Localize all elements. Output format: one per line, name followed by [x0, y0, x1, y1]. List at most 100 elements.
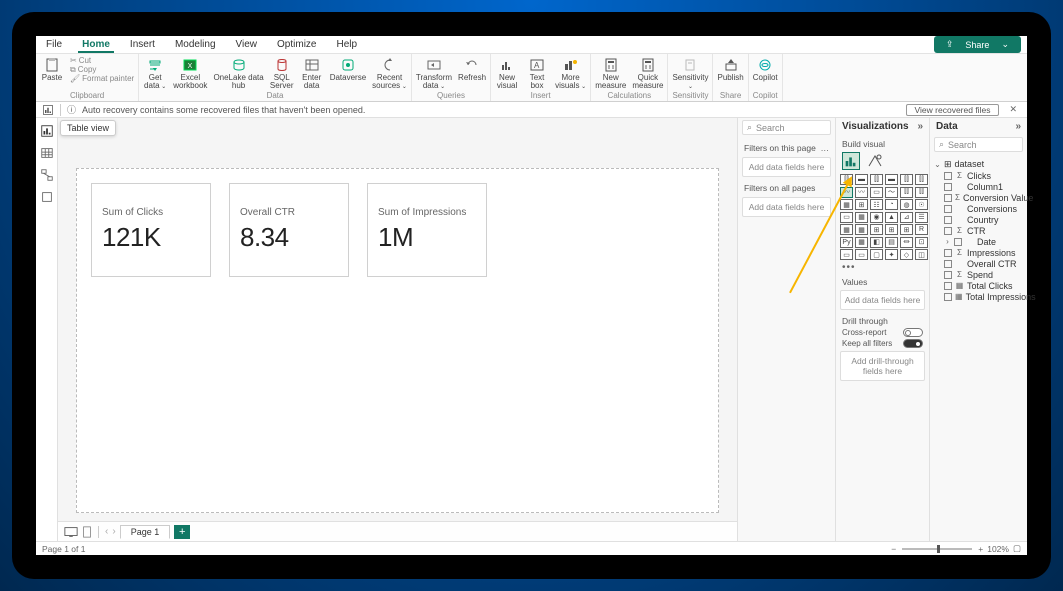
model-view-icon[interactable] — [40, 168, 54, 182]
build-visual-icon[interactable] — [842, 152, 860, 170]
viz-type-5[interactable]: ⫿⫿ — [915, 174, 928, 185]
filters-search[interactable]: ⌕ Search — [742, 120, 831, 135]
ribbon-get-data[interactable]: Getdata ⌄ — [143, 56, 167, 90]
add-page-button[interactable]: + — [174, 525, 190, 539]
ribbon-recent-sources[interactable]: Recentsources ⌄ — [372, 56, 407, 90]
ribbon-excel-workbook[interactable]: XExcelworkbook — [173, 56, 207, 90]
menu-help[interactable]: Help — [332, 37, 361, 52]
table-view-icon[interactable] — [40, 146, 54, 160]
ribbon-new-visual[interactable]: Newvisual — [495, 56, 519, 90]
field-checkbox[interactable] — [944, 216, 952, 224]
viz-type-28[interactable]: ⊞ — [900, 224, 913, 235]
viz-type-15[interactable]: ◔ — [885, 199, 898, 210]
ribbon-new-measure[interactable]: Newmeasure — [595, 56, 626, 90]
close-recovery-button[interactable]: ✕ — [1005, 104, 1021, 115]
fit-page-icon[interactable]: ▢ — [1013, 543, 1021, 554]
viz-type-8[interactable]: ▭ — [870, 187, 883, 198]
viz-type-24[interactable]: ▦ — [840, 224, 853, 235]
card-visual[interactable]: Sum of Clicks121K — [91, 183, 211, 277]
viz-type-18[interactable]: ▭ — [840, 212, 853, 223]
field-checkbox[interactable] — [944, 271, 952, 279]
ellipsis-icon[interactable]: … — [821, 143, 830, 153]
viz-type-10[interactable]: ⫿⫿ — [900, 187, 913, 198]
desktop-layout-icon[interactable] — [64, 526, 78, 538]
viz-type-23[interactable]: ☰ — [915, 212, 928, 223]
viz-type-41[interactable]: ◫ — [915, 249, 928, 260]
viz-type-9[interactable]: 〜 — [885, 187, 898, 198]
viz-type-2[interactable]: ⫿⫿ — [870, 174, 883, 185]
viz-type-26[interactable]: ⊞ — [870, 224, 883, 235]
viz-type-27[interactable]: ⊞ — [885, 224, 898, 235]
field-conversions[interactable]: Conversions — [934, 203, 1023, 214]
ribbon-text-box[interactable]: ATextbox — [525, 56, 549, 90]
card-visual[interactable]: Overall CTR8.34 — [229, 183, 349, 277]
viz-type-13[interactable]: ⊞ — [855, 199, 868, 210]
viz-type-11[interactable]: ⫿⫿ — [915, 187, 928, 198]
field-overall-ctr[interactable]: Overall CTR — [934, 258, 1023, 269]
view-recovered-button[interactable]: View recovered files — [906, 104, 1000, 116]
field-checkbox[interactable] — [954, 238, 962, 246]
ribbon-quick-measure[interactable]: Quickmeasure — [632, 56, 663, 90]
field-checkbox[interactable] — [944, 249, 952, 257]
keep-filters-toggle[interactable] — [903, 339, 923, 348]
viz-type-33[interactable]: ▤ — [885, 237, 898, 248]
menu-view[interactable]: View — [232, 37, 262, 52]
field-column1[interactable]: Column1 — [934, 181, 1023, 192]
viz-type-37[interactable]: ▭ — [855, 249, 868, 260]
ribbon-transform-data[interactable]: Transformdata ⌄ — [416, 56, 452, 90]
viz-type-20[interactable]: ◉ — [870, 212, 883, 223]
viz-type-12[interactable]: ▦ — [840, 199, 853, 210]
card-visual[interactable]: Sum of Impressions1M — [367, 183, 487, 277]
viz-type-25[interactable]: ▦ — [855, 224, 868, 235]
drill-dropzone[interactable]: Add drill-through fields here — [840, 351, 925, 381]
menu-modeling[interactable]: Modeling — [171, 37, 220, 52]
viz-type-32[interactable]: ◧ — [870, 237, 883, 248]
viz-type-39[interactable]: ✦ — [885, 249, 898, 260]
viz-type-35[interactable]: ⊡ — [915, 237, 928, 248]
values-dropzone[interactable]: Add data fields here — [840, 290, 925, 310]
viz-type-31[interactable]: ▦ — [855, 237, 868, 248]
filters-page-dropzone[interactable]: Add data fields here — [742, 157, 831, 177]
viz-type-36[interactable]: ▭ — [840, 249, 853, 260]
ribbon-dataverse[interactable]: Dataverse — [330, 56, 366, 82]
ribbon-sql-server[interactable]: SQLServer — [270, 56, 294, 90]
menu-insert[interactable]: Insert — [126, 37, 159, 52]
viz-type-40[interactable]: ◇ — [900, 249, 913, 260]
field-checkbox[interactable] — [944, 172, 952, 180]
field-checkbox[interactable] — [944, 260, 952, 268]
collapse-data-icon[interactable]: » — [1015, 121, 1021, 132]
viz-type-0[interactable]: ⫿⫿ — [840, 174, 853, 185]
field-checkbox[interactable] — [944, 205, 952, 213]
viz-type-29[interactable]: R — [915, 224, 928, 235]
viz-type-7[interactable]: 〰 — [855, 187, 868, 198]
field-ctr[interactable]: ΣCTR — [934, 225, 1023, 236]
viz-type-19[interactable]: ▦ — [855, 212, 868, 223]
collapse-viz-icon[interactable]: » — [917, 121, 923, 132]
viz-type-30[interactable]: Py — [840, 237, 853, 248]
data-search[interactable]: ⌕Search — [934, 137, 1023, 152]
viz-type-6[interactable]: 〰 — [840, 187, 853, 198]
page-tab-1[interactable]: Page 1 — [120, 525, 171, 539]
ribbon-onelake-data-hub[interactable]: OneLake datahub — [213, 56, 263, 90]
table-node[interactable]: ⌄⊞dataset — [934, 158, 1023, 170]
field-impressions[interactable]: ΣImpressions — [934, 247, 1023, 258]
zoom-slider[interactable] — [902, 548, 972, 550]
zoom-out-button[interactable]: − — [891, 544, 896, 554]
format-painter-button[interactable]: 🖌Format painter — [70, 75, 134, 84]
field-spend[interactable]: ΣSpend — [934, 269, 1023, 280]
field-checkbox[interactable] — [944, 293, 952, 301]
field-checkbox[interactable] — [944, 227, 952, 235]
format-visual-icon[interactable] — [866, 152, 884, 170]
field-checkbox[interactable] — [944, 183, 952, 191]
zoom-in-button[interactable]: + — [978, 544, 983, 554]
ribbon-refresh[interactable]: Refresh — [458, 56, 486, 82]
viz-type-4[interactable]: ⫿⫿ — [900, 174, 913, 185]
field-checkbox[interactable] — [944, 282, 952, 290]
ribbon-copilot[interactable]: Copilot — [753, 56, 778, 82]
field-conversion-value[interactable]: ΣConversion Value — [934, 192, 1023, 203]
cross-report-toggle[interactable] — [903, 328, 923, 337]
viz-type-34[interactable]: ⏛ — [900, 237, 913, 248]
ribbon-more-visuals[interactable]: Morevisuals ⌄ — [555, 56, 586, 90]
dax-view-icon[interactable] — [40, 190, 54, 204]
field-date[interactable]: ›Date — [934, 236, 1023, 247]
